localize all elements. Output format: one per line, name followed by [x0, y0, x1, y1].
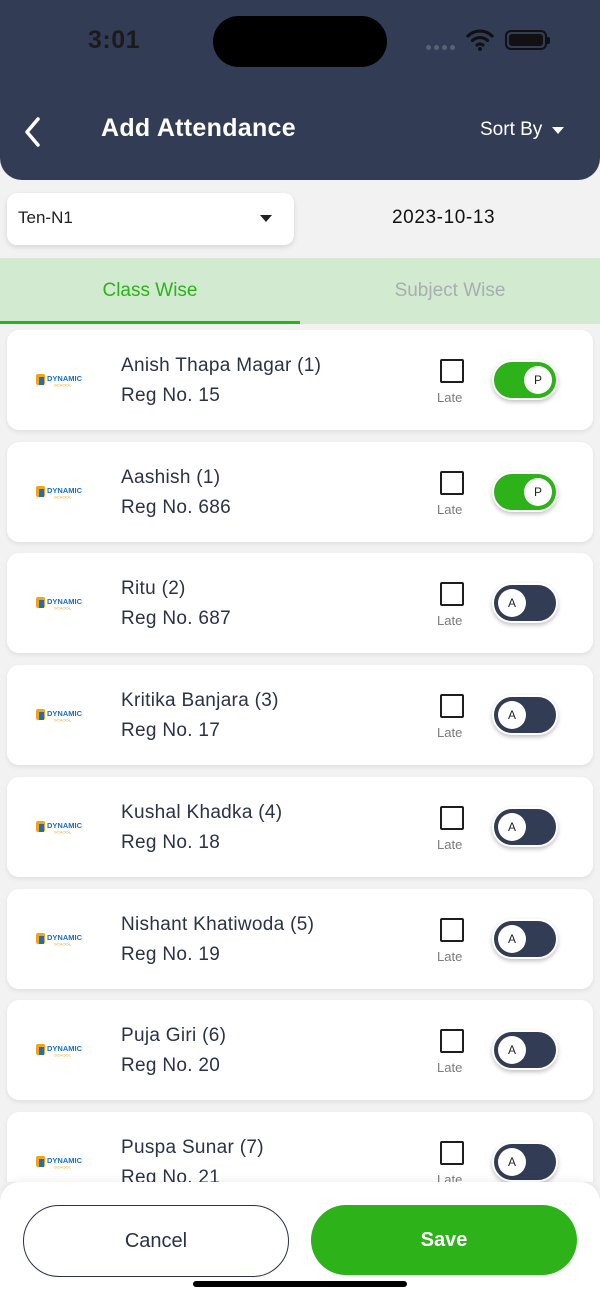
student-card: DYNAMIC SCHOOL Puspa Sunar (7) Reg No. 2… — [7, 1111, 593, 1182]
student-card: DYNAMIC SCHOOL Puja Giri (6) Reg No. 20 … — [7, 1000, 593, 1101]
svg-text:SCHOOL: SCHOOL — [54, 606, 72, 611]
school-logo-icon: DYNAMIC SCHOOL — [36, 820, 83, 834]
student-name: Puja Giri (6) — [121, 1025, 227, 1047]
page-title: Add Attendance — [101, 114, 296, 142]
attendance-toggle[interactable]: A — [492, 583, 558, 624]
toggle-knob: A — [498, 924, 526, 953]
late-label: Late — [437, 1171, 463, 1182]
school-logo-icon: DYNAMIC SCHOOL — [36, 709, 83, 723]
late-checkbox[interactable] — [440, 917, 464, 942]
toggle-knob: A — [498, 1147, 526, 1176]
toggle-knob: P — [524, 477, 552, 506]
student-card: DYNAMIC SCHOOL Anish Thapa Magar (1) Reg… — [7, 330, 593, 430]
late-label: Late — [437, 501, 463, 517]
student-name: Ritu (2) — [121, 578, 186, 600]
sort-by-label: Sort By — [480, 119, 543, 140]
battery-icon — [505, 30, 550, 50]
back-button[interactable] — [20, 114, 46, 150]
late-checkbox[interactable] — [440, 1140, 464, 1165]
toggle-knob: A — [498, 701, 526, 730]
caret-down-icon — [552, 126, 565, 134]
home-indicator — [193, 1281, 407, 1287]
attendance-toggle[interactable]: A — [492, 806, 558, 847]
svg-text:SCHOOL: SCHOOL — [54, 718, 72, 723]
toggle-knob: A — [498, 1036, 526, 1065]
svg-text:SCHOOL: SCHOOL — [54, 829, 72, 834]
student-card: DYNAMIC SCHOOL Kritika Banjara (3) Reg N… — [7, 665, 593, 766]
dynamic-island — [213, 16, 387, 67]
active-tab-indicator — [0, 321, 300, 324]
late-label: Late — [437, 836, 463, 852]
late-checkbox[interactable] — [440, 805, 464, 830]
school-logo-icon: DYNAMIC SCHOOL — [36, 1044, 83, 1058]
tab-class-wise[interactable]: Class Wise — [0, 258, 300, 324]
late-label: Late — [437, 613, 463, 629]
late-checkbox[interactable] — [440, 582, 464, 607]
attendance-toggle[interactable]: A — [492, 695, 558, 736]
school-logo-icon: DYNAMIC SCHOOL — [36, 932, 83, 946]
attendance-toggle[interactable]: A — [492, 1030, 558, 1071]
cancel-button[interactable]: Cancel — [23, 1205, 289, 1277]
school-logo-icon: DYNAMIC SCHOOL — [36, 597, 83, 611]
class-select-value: Ten-N1 — [18, 208, 73, 227]
student-name: Aashish (1) — [121, 466, 221, 488]
student-reg-no: Reg No. 686 — [121, 496, 231, 518]
late-checkbox[interactable] — [440, 359, 464, 383]
student-reg-no: Reg No. 18 — [121, 831, 221, 853]
student-name: Nishant Khatiwoda (5) — [121, 913, 315, 935]
svg-text:SCHOOL: SCHOOL — [54, 1164, 72, 1169]
svg-text:SCHOOL: SCHOOL — [54, 494, 72, 499]
sort-by-button[interactable]: Sort By — [480, 119, 565, 141]
late-label: Late — [437, 390, 463, 405]
svg-text:SCHOOL: SCHOOL — [54, 941, 72, 946]
student-name: Kushal Khadka (4) — [121, 801, 283, 823]
student-reg-no: Reg No. 21 — [121, 1166, 221, 1182]
caret-down-icon — [260, 215, 272, 222]
late-checkbox[interactable] — [440, 694, 464, 719]
late-checkbox[interactable] — [440, 1029, 464, 1054]
save-button[interactable]: Save — [311, 1205, 577, 1275]
student-card: DYNAMIC SCHOOL Ritu (2) Reg No. 687 Late… — [7, 553, 593, 654]
tab-bar: Class Wise Subject Wise — [0, 258, 600, 324]
app-header: 3:01 Add Attendance Sort By — [0, 0, 600, 180]
student-list[interactable]: DYNAMIC SCHOOL Anish Thapa Magar (1) Reg… — [0, 330, 600, 1182]
school-logo-icon: DYNAMIC SCHOOL — [36, 485, 83, 499]
attendance-toggle[interactable]: A — [492, 1141, 558, 1182]
late-label: Late — [437, 1060, 463, 1076]
late-checkbox[interactable] — [440, 470, 464, 495]
svg-text:SCHOOL: SCHOOL — [54, 383, 72, 388]
school-logo-icon: DYNAMIC SCHOOL — [36, 1155, 83, 1169]
svg-text:SCHOOL: SCHOOL — [54, 1053, 72, 1058]
signal-icon — [426, 45, 455, 50]
bottom-action-bar: Cancel Save — [0, 1182, 600, 1300]
status-time: 3:01 — [88, 26, 141, 54]
attendance-toggle[interactable]: P — [492, 471, 558, 512]
student-name: Puspa Sunar (7) — [121, 1136, 264, 1158]
attendance-toggle[interactable]: P — [492, 360, 558, 400]
school-logo-icon: DYNAMIC SCHOOL — [36, 374, 83, 388]
late-label: Late — [437, 725, 463, 741]
late-label: Late — [437, 948, 463, 964]
student-card: DYNAMIC SCHOOL Kushal Khadka (4) Reg No.… — [7, 776, 593, 877]
toggle-knob: A — [498, 589, 526, 618]
student-card: DYNAMIC SCHOOL Nishant Khatiwoda (5) Reg… — [7, 888, 593, 989]
student-name: Kritika Banjara (3) — [121, 690, 279, 712]
class-select[interactable]: Ten-N1 — [7, 193, 294, 245]
wifi-icon — [466, 29, 494, 51]
student-reg-no: Reg No. 17 — [121, 720, 221, 742]
student-name: Anish Thapa Magar (1) — [121, 355, 322, 376]
student-card: DYNAMIC SCHOOL Aashish (1) Reg No. 686 L… — [7, 441, 593, 542]
tab-subject-wise[interactable]: Subject Wise — [300, 258, 600, 324]
student-reg-no: Reg No. 19 — [121, 943, 221, 965]
date-picker[interactable]: 2023-10-13 — [392, 207, 495, 229]
toggle-knob: A — [498, 812, 526, 841]
attendance-toggle[interactable]: A — [492, 918, 558, 959]
toggle-knob: P — [524, 366, 552, 394]
student-reg-no: Reg No. 20 — [121, 1055, 221, 1077]
student-reg-no: Reg No. 15 — [121, 385, 221, 406]
student-reg-no: Reg No. 687 — [121, 608, 231, 630]
